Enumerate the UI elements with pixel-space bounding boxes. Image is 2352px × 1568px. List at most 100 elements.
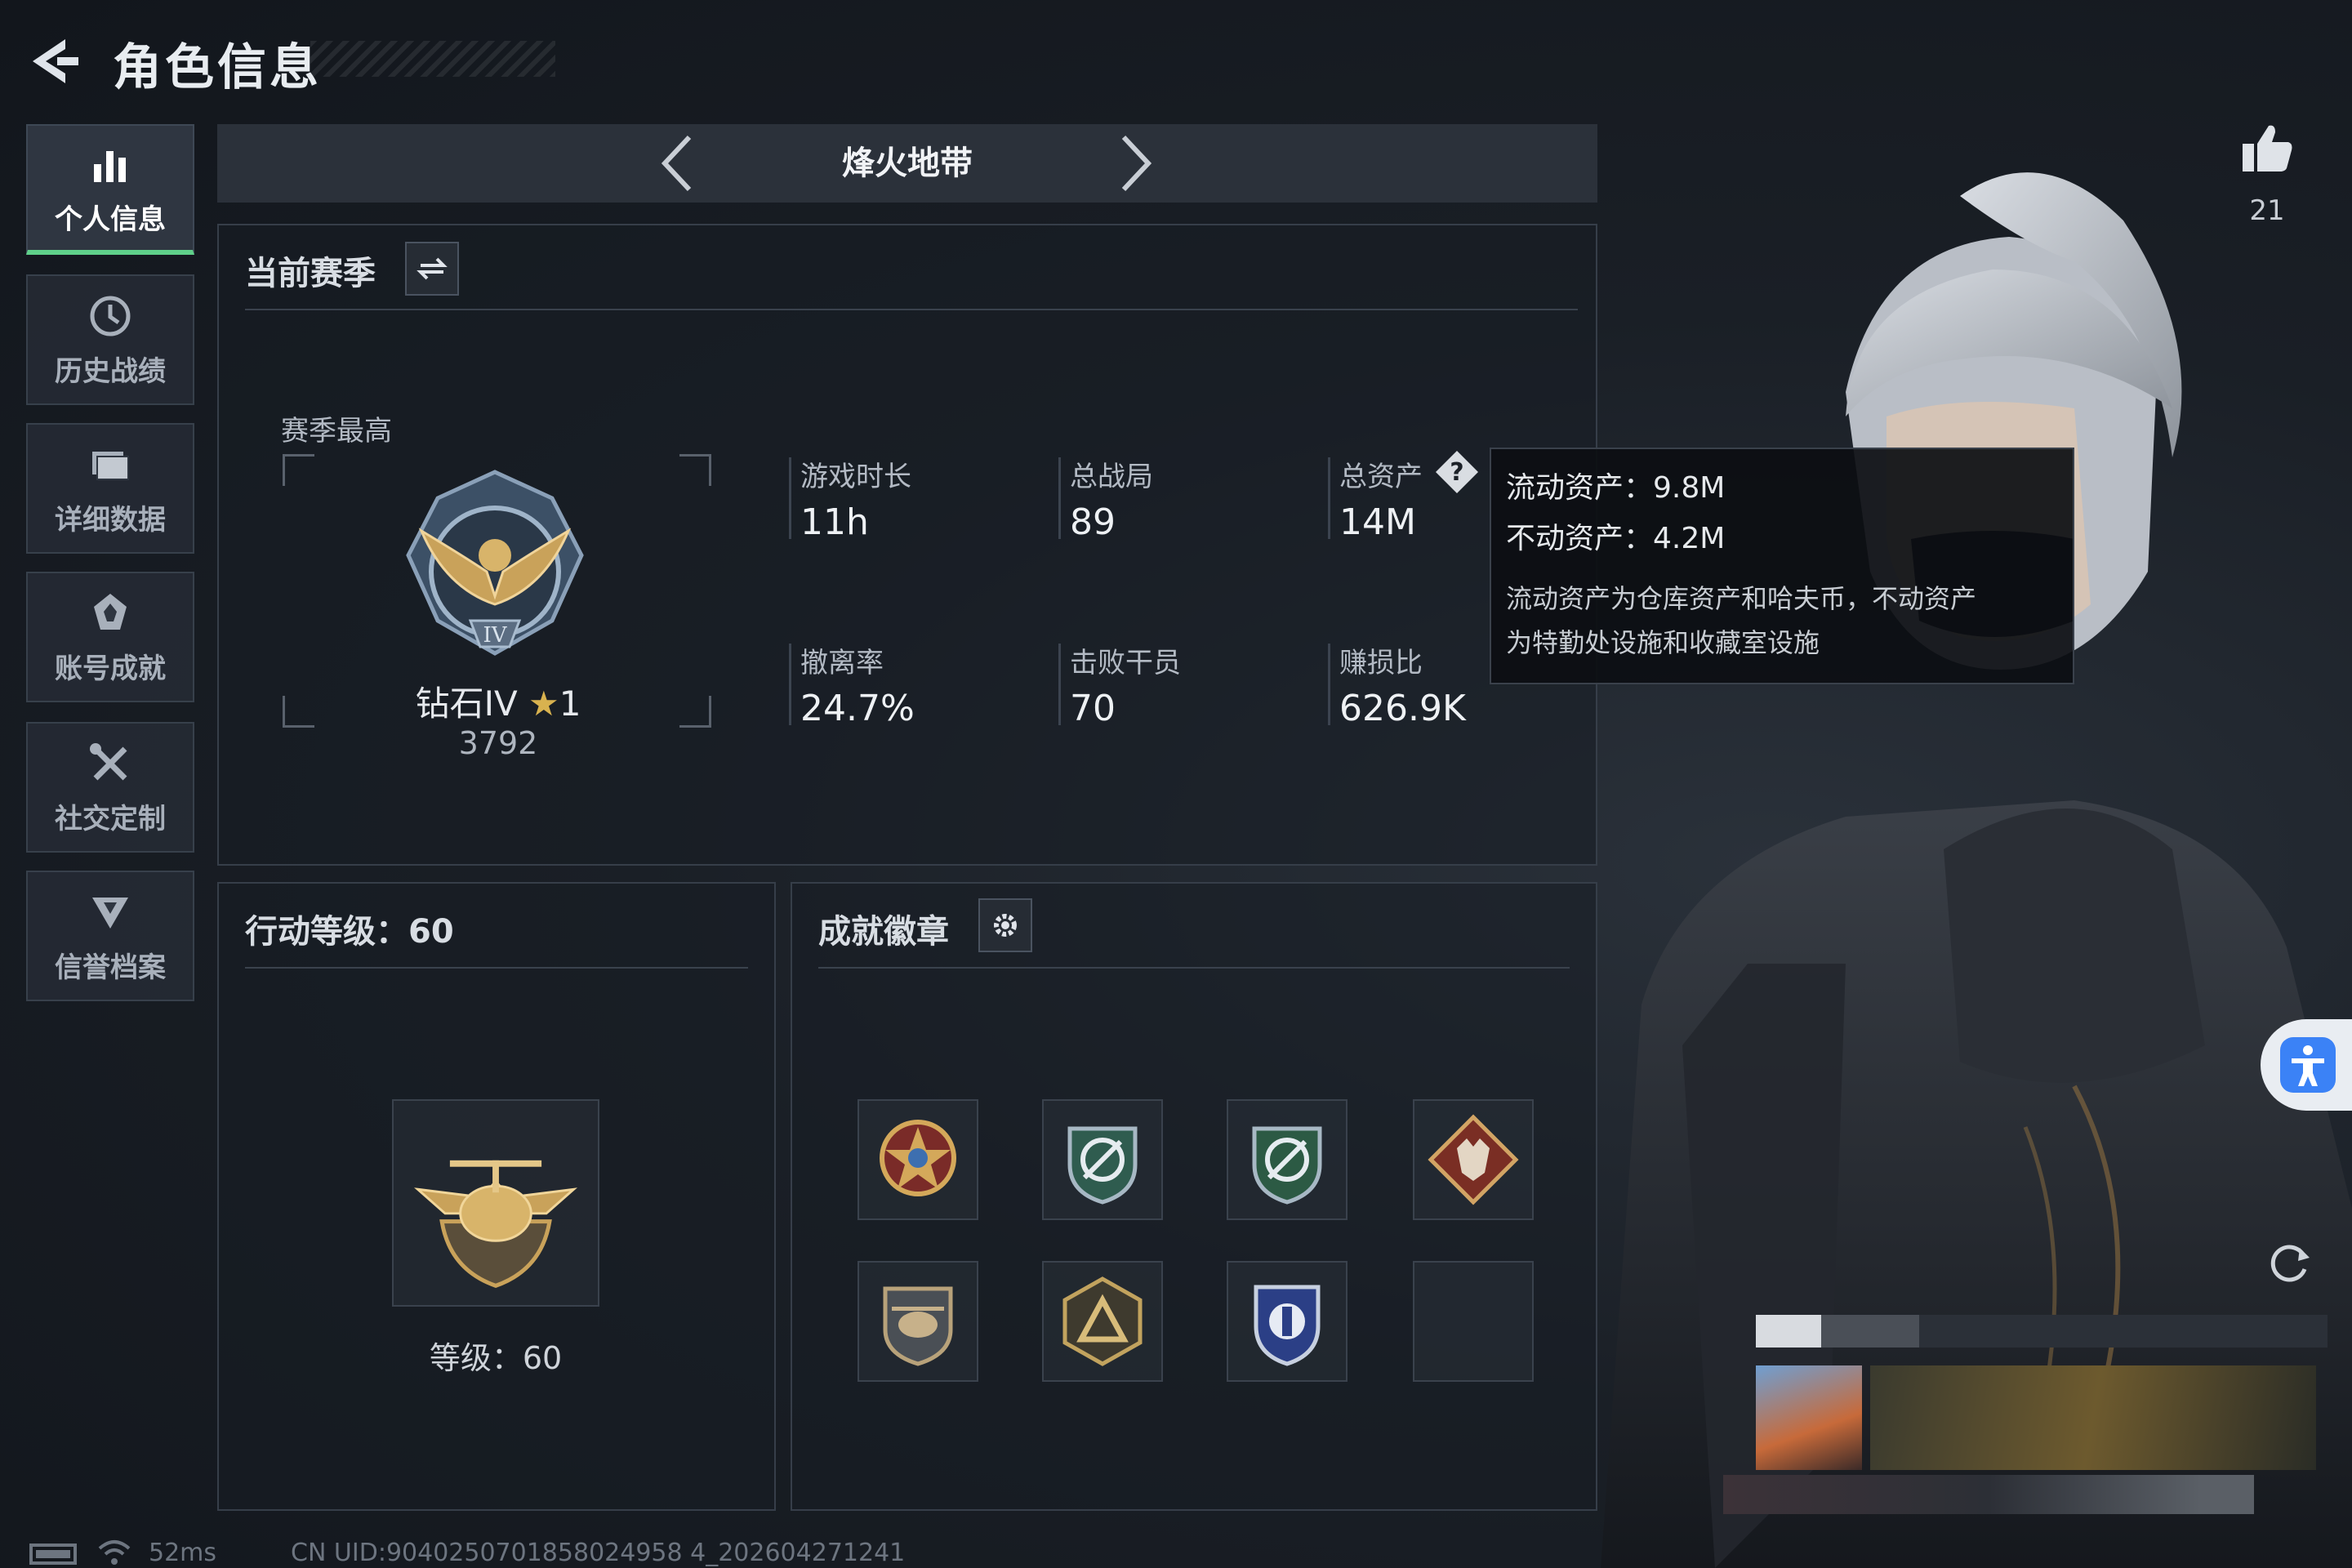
stat-label: 总战局 xyxy=(1070,461,1153,493)
rotate-icon[interactable] xyxy=(2264,1236,2316,1289)
badge-slot-empty[interactable] xyxy=(1413,1261,1534,1382)
stat-divider xyxy=(1328,457,1330,539)
sidebar-item-label: 个人信息 xyxy=(55,203,166,236)
svg-text:IV: IV xyxy=(483,623,507,648)
chevron-left-icon[interactable] xyxy=(653,131,702,196)
svg-text:?: ? xyxy=(1450,458,1463,487)
action-level-title: 行动等级：60 xyxy=(245,913,454,951)
badge-slot[interactable] xyxy=(1413,1099,1534,1220)
helicopter-level-emblem-icon xyxy=(413,1160,578,1288)
stat-value: 14M xyxy=(1339,501,1416,543)
sidebar-item-label: 账号成就 xyxy=(55,652,166,685)
frame-corner xyxy=(679,696,711,728)
star-icon: ★ xyxy=(528,684,559,724)
blue-shield-icon xyxy=(1254,1285,1321,1366)
rank-stars: 1 xyxy=(559,684,581,724)
folder-icon xyxy=(92,451,129,480)
green-shield-icon xyxy=(1067,1126,1138,1205)
rank-name: 钻石IV xyxy=(415,684,518,724)
divider xyxy=(818,967,1570,969)
help-diamond-icon[interactable]: ? xyxy=(1434,449,1480,495)
divider xyxy=(245,967,748,969)
frame-corner xyxy=(679,454,711,486)
swap-icon xyxy=(416,257,448,280)
stat-value: 11h xyxy=(800,501,869,543)
back-arrow-icon[interactable] xyxy=(24,33,82,90)
badge-slot[interactable] xyxy=(1227,1261,1348,1382)
accessibility-button[interactable] xyxy=(2261,1019,2352,1111)
star-medal-icon xyxy=(880,1120,956,1196)
stat-divider xyxy=(789,644,791,725)
sidebar-item-label: 信誉档案 xyxy=(55,951,166,984)
tooltip-fixed-assets: 不动资产：4.2M xyxy=(1506,522,1726,555)
uid-text: CN UID:9040250701858024958 4_20260427124… xyxy=(291,1539,906,1567)
rank-line: 钻石IV ★1 xyxy=(400,676,596,726)
title-decoration xyxy=(310,41,555,77)
accessibility-icon xyxy=(2280,1037,2336,1093)
badge-slot[interactable] xyxy=(1042,1099,1163,1220)
achievements-title: 成就徽章 xyxy=(818,913,949,951)
badge-slot[interactable] xyxy=(858,1099,978,1220)
stat-label: 赚损比 xyxy=(1339,647,1423,679)
sidebar-item-label: 社交定制 xyxy=(55,802,166,835)
chevron-right-icon[interactable] xyxy=(1111,131,1160,196)
battery-icon xyxy=(29,1544,77,1565)
level-label: 等级：60 xyxy=(429,1340,563,1376)
stat-label: 游戏时长 xyxy=(800,461,911,493)
blurred-banner xyxy=(1756,1315,2328,1348)
helicopter-badge-icon xyxy=(883,1286,953,1366)
sidebar-item-history[interactable]: 历史战绩 xyxy=(26,274,194,405)
stat-label: 总资产 xyxy=(1339,461,1423,493)
ping-value: 52ms xyxy=(149,1539,217,1567)
weapon-thumbnail xyxy=(1870,1365,2316,1470)
achievement-icon xyxy=(94,593,127,630)
season-title: 当前赛季 xyxy=(245,255,376,292)
wolf-diamond-icon xyxy=(1428,1114,1519,1205)
tooltip-description-line2: 为特勤处设施和收藏室设施 xyxy=(1506,627,1820,658)
stat-value: 24.7% xyxy=(800,688,915,729)
sidebar-item-credit[interactable]: 信誉档案 xyxy=(26,871,194,1001)
shield-emblem-icon xyxy=(92,897,128,929)
page-title: 角色信息 xyxy=(113,39,322,96)
thumbs-up-icon[interactable] xyxy=(2238,119,2296,178)
sidebar-item-label: 历史战绩 xyxy=(55,354,166,388)
mode-name: 烽火地带 xyxy=(842,145,973,182)
switch-season-button[interactable] xyxy=(405,242,459,296)
frame-corner xyxy=(283,696,314,728)
stat-label: 撤离率 xyxy=(800,647,884,679)
tooltip-description-line1: 流动资产为仓库资产和哈夫币，不动资产 xyxy=(1506,583,1977,614)
divider xyxy=(245,309,1578,310)
stat-value: 626.9K xyxy=(1339,688,1466,729)
sidebar-item-label: 详细数据 xyxy=(55,503,166,537)
tooltip-liquid-assets: 流动资产：9.8M xyxy=(1506,471,1726,505)
badge-slot[interactable] xyxy=(858,1261,978,1382)
sidebar-item-details[interactable]: 详细数据 xyxy=(26,423,194,554)
blurred-strip xyxy=(1723,1475,2254,1514)
likes-count: 21 xyxy=(2249,194,2285,227)
rank-points: 3792 xyxy=(458,725,538,761)
diamond-rank-emblem-icon: IV xyxy=(406,470,584,656)
sidebar-item-personal-info[interactable]: 个人信息 xyxy=(26,124,194,255)
bar-chart-icon xyxy=(94,150,126,182)
sidebar-item-achievements[interactable]: 账号成就 xyxy=(26,572,194,702)
gear-icon xyxy=(994,914,1017,937)
frame-corner xyxy=(283,454,314,486)
stat-divider xyxy=(1058,644,1061,725)
wifi-icon xyxy=(98,1540,131,1565)
season-best-label: 赛季最高 xyxy=(281,415,392,448)
level-emblem-frame xyxy=(392,1099,599,1307)
stat-divider xyxy=(1328,644,1330,725)
tools-icon xyxy=(90,742,127,780)
stat-label: 击败干员 xyxy=(1070,647,1181,679)
badge-slot[interactable] xyxy=(1227,1099,1348,1220)
sidebar-item-social[interactable]: 社交定制 xyxy=(26,722,194,853)
portrait-thumbnail xyxy=(1756,1365,1862,1470)
stat-value: 70 xyxy=(1070,688,1116,729)
stat-divider xyxy=(1058,457,1061,539)
green-shield-icon xyxy=(1252,1126,1322,1205)
clock-icon xyxy=(90,296,131,336)
character-model xyxy=(1601,172,2352,1568)
badge-slot[interactable] xyxy=(1042,1261,1163,1382)
badge-settings-button[interactable] xyxy=(978,898,1032,952)
stat-divider xyxy=(789,457,791,539)
